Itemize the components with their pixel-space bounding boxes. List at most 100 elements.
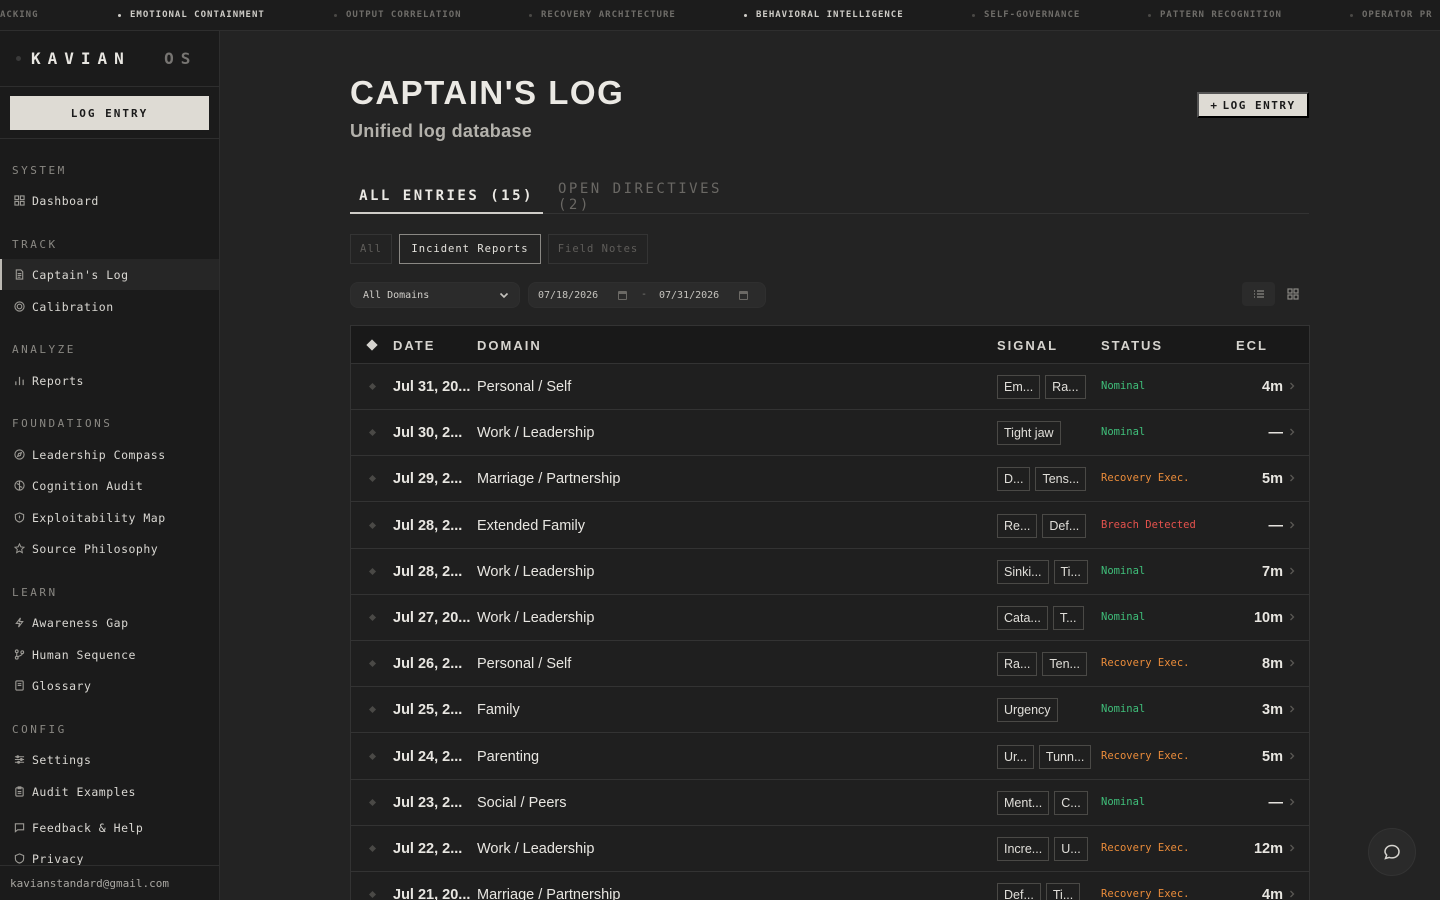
signal-chip[interactable]: Re... xyxy=(997,513,1038,538)
tab-open-directives[interactable]: OPEN DIRECTIVES (2) xyxy=(558,179,758,214)
signal-chip[interactable]: Ur... xyxy=(997,744,1034,769)
plus-icon: + xyxy=(1210,98,1219,112)
user-email[interactable]: kavianstandard@gmail.com xyxy=(0,865,219,900)
chat-bubble-icon xyxy=(1384,844,1400,860)
sidebar-item-audit-examples[interactable]: Audit Examples xyxy=(0,776,219,807)
row-ecl: — xyxy=(1268,425,1284,442)
sidebar-item-exploitability-map[interactable]: Exploitability Map xyxy=(0,502,219,533)
chevron-down-icon xyxy=(499,292,509,299)
signal-chip[interactable]: U... xyxy=(1054,837,1088,861)
date-to-input[interactable]: 07/31/2026 xyxy=(659,290,719,301)
ticker-label: RECOVERY ARCHITECTURE xyxy=(541,10,676,20)
table-row[interactable]: Jul 28, 2... Work / Leadership Sinki... Ti.… xyxy=(351,548,1309,595)
sidebar-item-label: Human Sequence xyxy=(32,647,136,662)
table-row[interactable]: Jul 25, 2... Family Urgency Nominal 3m xyxy=(351,687,1309,734)
chevron-right-icon[interactable] xyxy=(1287,751,1297,761)
table-row[interactable]: Jul 31, 20... Personal / Self Em... Ra... No… xyxy=(351,364,1309,410)
signal-chip[interactable]: Ment... xyxy=(997,790,1050,815)
sidebar-item-dashboard[interactable]: Dashboard xyxy=(0,185,219,216)
signal-chip[interactable]: Tens... xyxy=(1035,467,1087,492)
sidebar-item-human-sequence[interactable]: Human Sequence xyxy=(0,639,219,670)
sidebar-item-feedback-help[interactable]: Feedback & Help xyxy=(0,812,219,843)
signal-chip[interactable]: Cata... xyxy=(997,606,1048,630)
signal-chip[interactable]: C... xyxy=(1054,790,1088,815)
tab-all-entries[interactable]: ALL ENTRIES (15) xyxy=(350,179,543,214)
sidebar-item-reports[interactable]: Reports xyxy=(0,365,219,396)
domain-select[interactable]: All Domains xyxy=(350,282,520,308)
calendar-icon[interactable] xyxy=(618,291,627,300)
signal-chip[interactable]: Ra... xyxy=(1045,375,1086,399)
sidebar-log-entry-button[interactable]: LOG ENTRY xyxy=(10,96,209,130)
signal-chip[interactable]: Incre... xyxy=(997,837,1050,861)
chevron-right-icon[interactable] xyxy=(1287,797,1297,807)
sidebar-item-captains-log[interactable]: Captain's Log xyxy=(0,259,219,290)
signal-chip[interactable]: Em... xyxy=(997,375,1041,399)
chevron-right-icon[interactable] xyxy=(1287,612,1297,622)
chat-button[interactable] xyxy=(1368,828,1416,876)
status-badge: Nominal xyxy=(1101,426,1146,439)
table-row[interactable]: Jul 28, 2... Extended Family Re... Def... Br… xyxy=(351,502,1309,549)
sidebar-item-source-philosophy[interactable]: Source Philosophy xyxy=(0,533,219,564)
chevron-right-icon[interactable] xyxy=(1287,520,1297,530)
row-date: Jul 28, 2... xyxy=(393,517,463,534)
list-view-toggle[interactable] xyxy=(1242,282,1275,306)
signal-chip[interactable]: T... xyxy=(1052,606,1084,630)
sidebar-item-calibration[interactable]: Calibration xyxy=(0,291,219,322)
brand-logo[interactable]: KAVIAN OS xyxy=(31,49,197,68)
signal-chip[interactable]: Def... xyxy=(997,883,1041,900)
document-icon xyxy=(12,268,26,282)
sidebar-item-awareness-gap[interactable]: Awareness Gap xyxy=(0,607,219,638)
table-row[interactable]: Jul 30, 2... Work / Leadership Tight jaw No… xyxy=(351,410,1309,457)
sidebar: KAVIAN OS LOG ENTRY SYSTEM Dashboard TRA… xyxy=(0,31,220,900)
date-from-input[interactable]: 07/18/2026 xyxy=(538,290,598,301)
column-header-date[interactable]: DATE xyxy=(393,338,435,353)
chevron-right-icon[interactable] xyxy=(1287,843,1297,853)
row-ecl: 10m xyxy=(1253,610,1283,626)
table-row[interactable]: Jul 21, 20... Marriage / Partnership Def..… xyxy=(351,872,1309,900)
signal-chip[interactable]: Ti... xyxy=(1053,559,1088,584)
log-entry-button[interactable]: + LOG ENTRY xyxy=(1197,92,1309,118)
chevron-right-icon[interactable] xyxy=(1287,658,1297,668)
signal-chip[interactable]: Def... xyxy=(1042,513,1087,538)
calendar-icon[interactable] xyxy=(739,291,748,300)
chevron-right-icon[interactable] xyxy=(1287,889,1297,899)
column-header-domain[interactable]: DOMAIN xyxy=(477,338,542,353)
chevron-right-icon[interactable] xyxy=(1287,566,1297,576)
signal-chip[interactable]: Ten... xyxy=(1042,652,1087,677)
row-diamond-icon xyxy=(368,798,377,806)
signal-chip[interactable]: Tight jaw xyxy=(997,421,1061,446)
row-diamond-icon xyxy=(368,429,377,437)
sidebar-item-cognition-audit[interactable]: Cognition Audit xyxy=(0,470,219,501)
column-header-signal[interactable]: SIGNAL xyxy=(997,338,1058,353)
subtab-all[interactable]: All xyxy=(350,234,392,264)
column-header-status[interactable]: STATUS xyxy=(1101,338,1163,353)
table-row[interactable]: Jul 27, 20... Work / Leadership Cata... T..… xyxy=(351,595,1309,641)
table-row[interactable]: Jul 22, 2... Work / Leadership Incre... U..… xyxy=(351,826,1309,872)
signal-chip[interactable]: D... xyxy=(997,467,1031,492)
subtab-field-notes[interactable]: Field Notes xyxy=(548,234,648,264)
row-diamond-icon xyxy=(368,521,377,529)
row-diamond-icon xyxy=(368,706,377,714)
column-header-ecl[interactable]: ECL xyxy=(1236,338,1268,353)
table-row[interactable]: Jul 23, 2... Social / Peers Ment... C... Nom… xyxy=(351,779,1309,826)
sidebar-item-settings[interactable]: Settings xyxy=(0,744,219,775)
sidebar-item-glossary[interactable]: Glossary xyxy=(0,670,219,701)
sidebar-item-leadership-compass[interactable]: Leadership Compass xyxy=(0,439,219,470)
table-row[interactable]: Jul 29, 2... Marriage / Partnership D... Te… xyxy=(351,456,1309,503)
chevron-right-icon[interactable] xyxy=(1287,473,1297,483)
chevron-right-icon[interactable] xyxy=(1287,427,1297,437)
table-row[interactable]: Jul 26, 2... Personal / Self Ra... Ten... Re… xyxy=(351,641,1309,688)
signal-chip[interactable]: Sinki... xyxy=(997,559,1049,584)
signal-chip[interactable]: Tunn... xyxy=(1038,744,1092,769)
sidebar-item-label: Privacy xyxy=(32,851,84,866)
signal-chip[interactable]: Urgency xyxy=(997,698,1058,723)
signal-chip[interactable]: Ti... xyxy=(1045,883,1081,900)
sidebar-item-label: Exploitability Map xyxy=(32,510,166,525)
subtab-incident-reports[interactable]: Incident Reports xyxy=(399,234,541,264)
shield-check-icon xyxy=(12,852,26,866)
chevron-right-icon[interactable] xyxy=(1287,381,1297,391)
grid-view-toggle[interactable] xyxy=(1276,282,1309,306)
chevron-right-icon[interactable] xyxy=(1287,704,1297,714)
signal-chip[interactable]: Ra... xyxy=(997,652,1038,677)
table-row[interactable]: Jul 24, 2... Parenting Ur... Tunn... Recover… xyxy=(351,733,1309,780)
